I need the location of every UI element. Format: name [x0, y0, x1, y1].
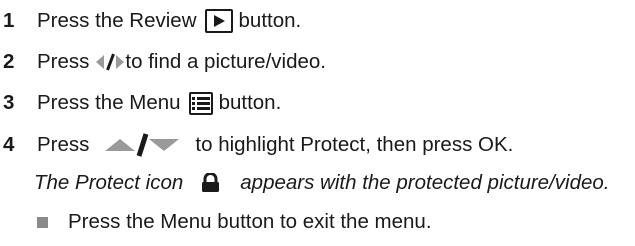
step-text-after: button.: [218, 91, 282, 114]
step-text-before: Press: [37, 50, 90, 73]
step-text-after: to highlight Protect, then press OK.: [195, 133, 514, 156]
left-right-arrows-icon: [95, 52, 125, 72]
protect-note: The Protect icon appears with the protec…: [34, 168, 610, 198]
step-number: 1: [3, 9, 15, 32]
menu-icon: [188, 91, 213, 115]
step-1: 1 Press the Review button.: [0, 6, 301, 36]
step-text-before: Press the Review: [37, 9, 197, 32]
note-text-after: appears with the protected picture/video…: [240, 171, 610, 194]
step-text-after: to find a picture/video.: [125, 50, 326, 73]
play-icon: [204, 9, 233, 33]
step-number: 2: [3, 50, 15, 73]
step-4: 4 Press to highlight Protect, then press…: [0, 130, 513, 160]
note-text-before: The Protect icon: [34, 171, 184, 194]
step-text-after: button.: [238, 9, 302, 32]
up-down-arrows-icon: [103, 132, 181, 158]
step-text-before: Press the Menu: [37, 91, 181, 114]
bullet-text: Press the Menu button to exit the menu.: [68, 210, 432, 233]
bullet-square-icon: [37, 216, 48, 228]
step-3: 3 Press the Menu button.: [0, 88, 281, 118]
step-text-before: Press: [37, 133, 90, 156]
bullet-item: Press the Menu button to exit the menu.: [34, 207, 432, 237]
step-number: 4: [3, 133, 15, 156]
step-2: 2 Press to find a picture/video.: [0, 47, 326, 77]
step-number: 3: [3, 91, 15, 114]
lock-icon: [201, 173, 220, 193]
